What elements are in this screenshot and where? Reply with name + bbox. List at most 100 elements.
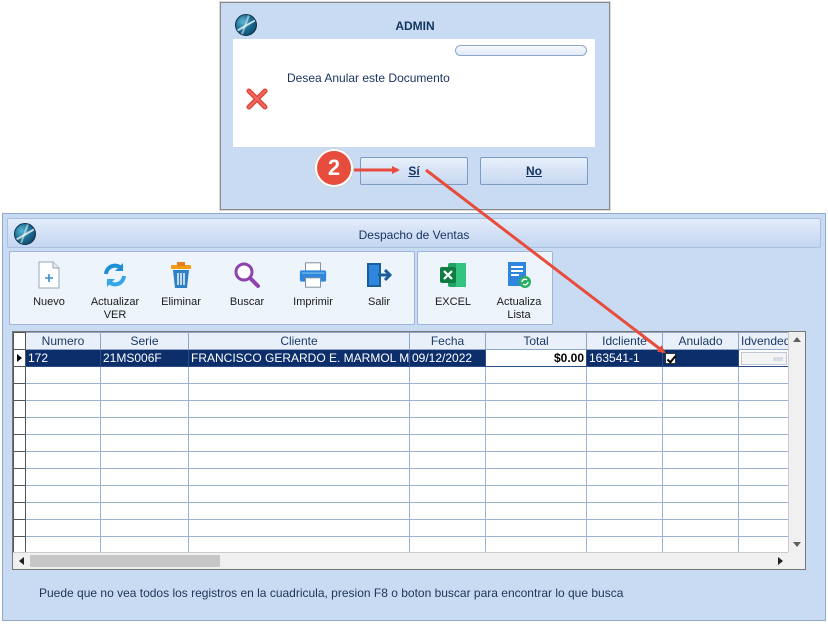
vertical-scrollbar[interactable] [788,332,805,554]
table-row[interactable] [13,519,789,537]
column-header-idcliente[interactable]: Idcliente [586,332,663,350]
grid-cell[interactable] [738,536,789,554]
grid-cell[interactable] [485,400,587,418]
imprimir-button[interactable]: Imprimir [280,252,346,324]
grid-cell[interactable] [662,485,739,503]
grid-cell[interactable] [188,519,410,537]
grid-cell[interactable] [409,383,486,401]
grid-cell[interactable] [485,536,587,554]
row-header-cell[interactable] [13,536,26,554]
row-header-cell[interactable] [13,451,26,469]
grid-cell[interactable] [25,434,101,452]
grid-cell[interactable] [25,383,101,401]
grid-cell[interactable] [738,366,789,384]
grid-cell[interactable] [409,400,486,418]
column-header-anulado[interactable]: Anulado [662,332,739,350]
row-header-cell[interactable] [13,468,26,486]
grid-cell[interactable] [100,468,189,486]
table-row[interactable] [13,434,789,452]
scroll-left-button[interactable] [14,553,29,568]
grid-cell[interactable] [100,536,189,554]
cell-idcliente[interactable]: 163541-1 [586,349,663,367]
grid-cell[interactable] [409,366,486,384]
grid-cell[interactable] [485,434,587,452]
column-header-serie[interactable]: Serie [100,332,189,350]
grid-cell[interactable] [25,366,101,384]
grid-cell[interactable] [485,468,587,486]
row-header-cell[interactable] [13,417,26,435]
grid-cell[interactable] [586,502,663,520]
column-header-total[interactable]: Total [485,332,587,350]
grid-cell[interactable] [188,417,410,435]
grid-cell[interactable] [738,468,789,486]
grid-cell[interactable] [188,485,410,503]
grid-cell[interactable] [586,400,663,418]
grid-cell[interactable] [25,536,101,554]
excel-button[interactable]: EXCEL [420,252,486,324]
grid-cell[interactable] [409,502,486,520]
grid-cell[interactable] [188,451,410,469]
grid-cell[interactable] [100,502,189,520]
grid-cell[interactable] [25,451,101,469]
grid-cell[interactable] [188,536,410,554]
grid-cell[interactable] [25,485,101,503]
grid-cell[interactable] [738,451,789,469]
grid-cell[interactable] [485,485,587,503]
grid-cell[interactable] [586,519,663,537]
row-header-cell[interactable] [13,366,26,384]
grid-cell[interactable] [485,383,587,401]
grid-cell[interactable] [188,434,410,452]
grid-cell[interactable] [586,383,663,401]
table-row[interactable] [13,400,789,418]
grid-cell[interactable] [25,400,101,418]
grid-cell[interactable] [662,366,739,384]
grid-cell[interactable] [188,366,410,384]
grid-cell[interactable] [25,519,101,537]
cell-numero[interactable]: 172 [25,349,101,367]
table-row[interactable] [13,366,789,384]
column-header-cliente[interactable]: Cliente [188,332,410,350]
grid-cell[interactable] [188,468,410,486]
table-row[interactable] [13,451,789,469]
grid-cell[interactable] [738,434,789,452]
grid-cell[interactable] [485,519,587,537]
table-row[interactable] [13,383,789,401]
grid-cell[interactable] [662,417,739,435]
grid-cell[interactable] [188,400,410,418]
cell-serie[interactable]: 21MS006F [100,349,189,367]
grid-cell[interactable] [409,485,486,503]
grid-cell[interactable] [409,536,486,554]
grid-cell[interactable] [409,519,486,537]
column-header-fecha[interactable]: Fecha [409,332,486,350]
scroll-down-button[interactable] [789,537,804,552]
grid-cell[interactable] [485,451,587,469]
cell-cliente[interactable]: FRANCISCO GERARDO E. MARMOL MINA [188,349,410,367]
grid-cell[interactable] [586,366,663,384]
grid-cell[interactable] [662,519,739,537]
grid-cell[interactable] [100,519,189,537]
grid-cell[interactable] [738,502,789,520]
table-row[interactable] [13,536,789,554]
grid-cell[interactable] [662,536,739,554]
column-header-idvendedor[interactable]: Idvendedor [738,332,789,350]
grid-cell[interactable] [662,451,739,469]
grid-cell[interactable] [485,417,587,435]
row-pointer-cell[interactable] [13,349,26,367]
grid-cell[interactable] [738,400,789,418]
grid-cell[interactable] [485,502,587,520]
grid-cell[interactable] [662,383,739,401]
window-titlebar[interactable]: Despacho de Ventas [7,218,821,248]
cell-idvendedor[interactable] [738,349,789,367]
grid-cell[interactable] [738,383,789,401]
grid-cell[interactable] [25,417,101,435]
column-header-numero[interactable]: Numero [25,332,101,350]
row-header-cell[interactable] [13,400,26,418]
grid-cell[interactable] [662,468,739,486]
grid-cell[interactable] [100,451,189,469]
row-header-cell[interactable] [13,383,26,401]
sales-grid[interactable]: Numero Serie Cliente Fecha Total Idclien… [12,331,806,570]
grid-cell[interactable] [409,468,486,486]
grid-cell[interactable] [409,434,486,452]
grid-cell[interactable] [100,400,189,418]
cell-fecha[interactable]: 09/12/2022 [409,349,486,367]
